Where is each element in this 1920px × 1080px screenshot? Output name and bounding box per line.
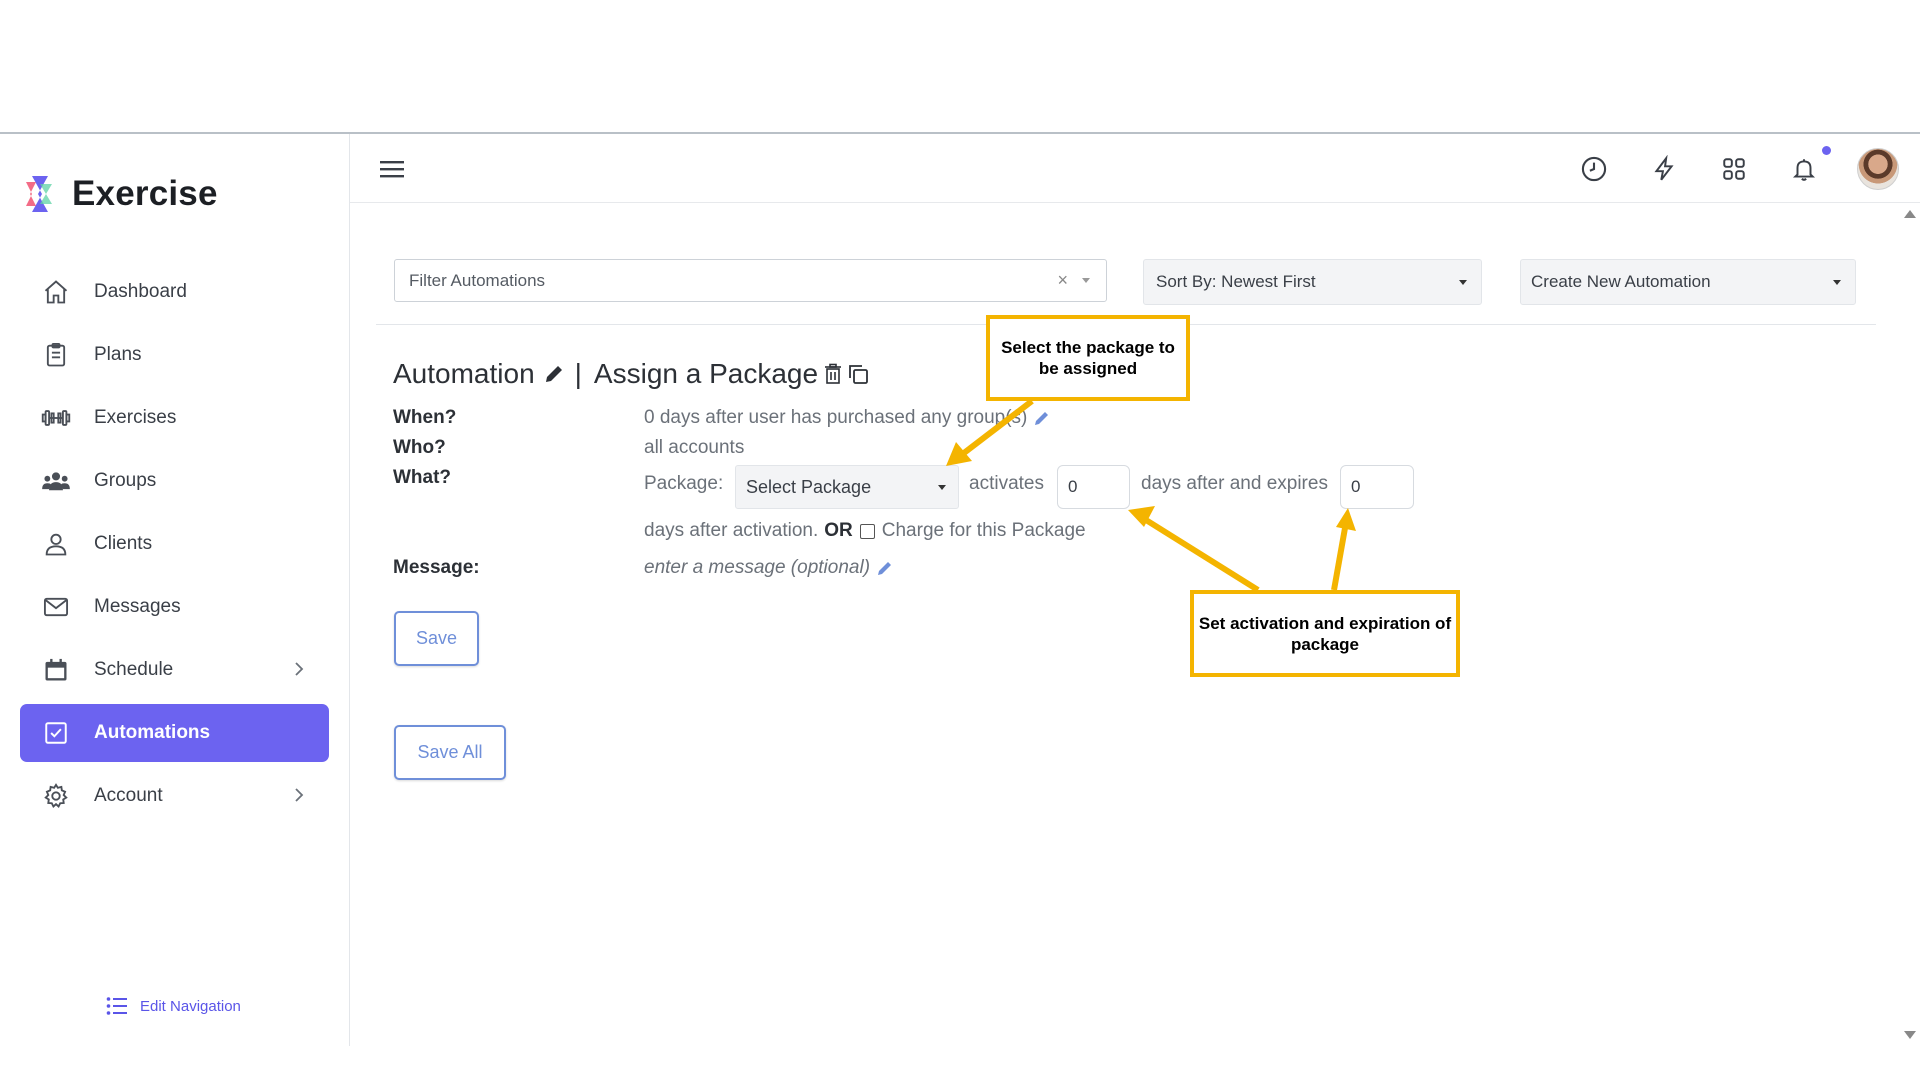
title-separator: | xyxy=(574,358,582,389)
sidebar-item-messages[interactable]: Messages xyxy=(20,578,329,636)
activation-callout: Set activation and expiration of package xyxy=(1190,590,1460,677)
menu-icon[interactable] xyxy=(375,152,409,186)
chevron-down-icon xyxy=(1082,278,1090,283)
who-value: all accounts xyxy=(644,437,745,458)
top-blank-strip xyxy=(0,0,1920,134)
avatar[interactable] xyxy=(1857,148,1899,190)
scroll-up-arrow[interactable] xyxy=(1904,210,1916,218)
chevron-down-icon xyxy=(938,484,946,490)
sidebar-item-label: Exercises xyxy=(94,407,177,428)
clock-icon[interactable] xyxy=(1577,152,1611,186)
package-select-label: Select Package xyxy=(746,476,872,497)
filter-automations-select[interactable]: Filter Automations × xyxy=(394,259,1107,302)
when-row: 0 days after user has purchased any grou… xyxy=(644,407,1051,429)
create-automation-select[interactable]: Create New Automation xyxy=(1520,259,1856,305)
sidebar-item-plans[interactable]: Plans xyxy=(20,326,329,384)
sidebar-item-label: Plans xyxy=(94,344,142,365)
sidebar-item-label: Clients xyxy=(94,533,153,554)
copy-icon[interactable] xyxy=(846,362,870,386)
app-logo[interactable]: Exercise xyxy=(22,174,218,214)
sidebar-item-dashboard[interactable]: Dashboard xyxy=(20,263,329,321)
chevron-right-icon xyxy=(293,660,305,684)
expiration-arrow-line xyxy=(1331,527,1348,591)
scroll-down-arrow[interactable] xyxy=(1904,1031,1916,1039)
who-label: Who? xyxy=(393,437,446,458)
pencil-icon[interactable] xyxy=(876,559,894,577)
save-all-button[interactable]: Save All xyxy=(394,725,506,780)
clear-icon[interactable]: × xyxy=(1057,270,1068,291)
gear-icon xyxy=(38,778,74,814)
activates-value: 0 xyxy=(1068,477,1078,496)
activation-arrow-line xyxy=(1144,517,1260,593)
logo-icon xyxy=(26,176,52,212)
package-label: Package: xyxy=(644,473,724,494)
checkbox-icon xyxy=(38,715,74,751)
activates-input[interactable]: 0 xyxy=(1057,465,1130,509)
sidebar-item-groups[interactable]: Groups xyxy=(20,452,329,510)
filter-placeholder: Filter Automations xyxy=(409,270,546,290)
activation-arrow-head xyxy=(1128,506,1155,527)
automation-title-prefix: Automation xyxy=(393,358,535,389)
when-value: 0 days after user has purchased any grou… xyxy=(644,407,1028,428)
or-label: OR xyxy=(824,520,853,541)
sidebar-item-schedule[interactable]: Schedule xyxy=(20,641,329,699)
home-icon xyxy=(38,274,74,310)
charge-label: Charge for this Package xyxy=(881,520,1086,541)
sidebar-item-label: Dashboard xyxy=(94,281,187,302)
automation-title-name: Assign a Package xyxy=(593,358,819,389)
what-label: What? xyxy=(393,467,452,488)
users-icon xyxy=(38,463,74,499)
sidebar-item-label: Messages xyxy=(94,596,181,617)
chevron-down-icon xyxy=(1459,279,1467,285)
edit-navigation-link[interactable]: Edit Navigation xyxy=(106,996,241,1016)
lightning-icon[interactable] xyxy=(1647,152,1681,186)
expires-value: 0 xyxy=(1351,477,1361,496)
calendar-icon xyxy=(38,652,74,688)
package-callout: Select the package to be assigned xyxy=(986,315,1190,401)
sidebar-item-label: Account xyxy=(94,785,163,806)
message-row[interactable]: enter a message (optional) xyxy=(644,557,894,579)
pencil-icon[interactable] xyxy=(543,363,565,385)
package-select[interactable]: Select Package xyxy=(735,465,959,509)
automation-title: Automation | Assign a Package xyxy=(393,358,870,390)
dumbbell-icon xyxy=(38,400,74,436)
app-name: Exercise xyxy=(72,174,218,213)
sidebar-item-account[interactable]: Account xyxy=(20,767,329,825)
user-icon xyxy=(38,526,74,562)
trash-icon[interactable] xyxy=(824,363,842,385)
chevron-right-icon xyxy=(293,786,305,810)
sidebar-item-exercises[interactable]: Exercises xyxy=(20,389,329,447)
sidebar-item-automations[interactable]: Automations xyxy=(20,704,329,762)
message-label: Message: xyxy=(393,557,480,578)
notification-dot xyxy=(1822,146,1831,155)
charge-checkbox[interactable] xyxy=(859,523,875,539)
sidebar-item-label: Groups xyxy=(94,470,157,491)
edit-navigation-label: Edit Navigation xyxy=(140,997,241,1015)
when-label: When? xyxy=(393,407,457,428)
clipboard-icon xyxy=(38,337,74,373)
expires-label: days after and expires xyxy=(1141,473,1328,494)
list-icon xyxy=(106,996,128,1016)
sidebar-item-label: Schedule xyxy=(94,659,174,680)
pencil-icon[interactable] xyxy=(1033,409,1051,427)
save-button[interactable]: Save xyxy=(394,611,479,666)
create-label: Create New Automation xyxy=(1531,272,1711,291)
sort-select[interactable]: Sort By: Newest First xyxy=(1143,259,1482,305)
mail-icon xyxy=(38,589,74,625)
sidebar-item-label: Automations xyxy=(94,722,211,743)
sidebar: Exercise Dashboard Plans Exercises Group… xyxy=(0,134,350,1046)
package-arrow-head xyxy=(946,442,972,466)
sidebar-item-clients[interactable]: Clients xyxy=(20,515,329,573)
expires-input[interactable]: 0 xyxy=(1340,465,1414,509)
expiration-arrow-head xyxy=(1336,508,1356,531)
after-activation-text: days after activation. xyxy=(644,520,819,541)
bell-icon[interactable] xyxy=(1787,152,1821,186)
message-placeholder: enter a message (optional) xyxy=(644,557,871,578)
apps-grid-icon[interactable] xyxy=(1717,152,1751,186)
sort-label: Sort By: Newest First xyxy=(1156,272,1316,291)
activation-row: days after activation. OR Charge for thi… xyxy=(644,520,1086,542)
activates-label: activates xyxy=(969,473,1044,494)
top-header xyxy=(350,134,1920,203)
chevron-down-icon xyxy=(1833,279,1841,285)
